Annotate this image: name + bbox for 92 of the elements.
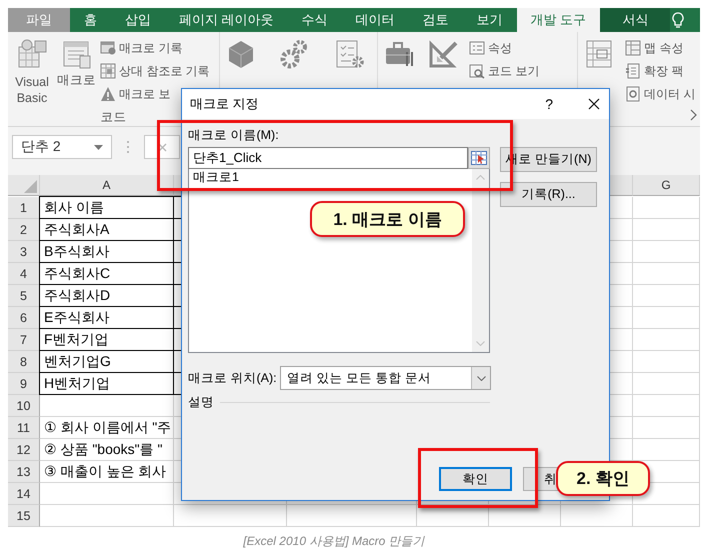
grip-icon [126,139,130,155]
row-header[interactable]: 11 [8,417,40,439]
row-header[interactable]: 7 [8,329,40,351]
row-header[interactable]: 9 [8,373,40,395]
ribbon-button[interactable]: 매크로 [55,36,98,90]
help-button[interactable]: ? [545,96,553,112]
ribbon-button[interactable]: 코드 보기 [469,61,540,81]
dialog-button[interactable]: 기록(R)... [500,182,597,207]
ribbon-button[interactable]: Visual Basic [11,36,53,108]
table-cell [633,439,700,461]
table-cell [561,505,633,527]
table-cell [633,219,700,241]
chevron-icon [689,109,697,121]
row-header[interactable]: 2 [8,219,40,241]
scroll-down-icon [476,341,485,346]
data-refresh-icon [625,86,641,102]
ribbon-tab[interactable]: 데이터 [342,8,409,32]
table-map-icon [625,40,641,56]
ribbon-button[interactable]: 상대 참조로 기록 [100,61,210,81]
select-all-icon [24,180,37,193]
row-header[interactable]: 13 [8,461,40,483]
table-cell [633,351,700,373]
callout-tooltip: 2. 확인 [556,461,650,496]
column-header[interactable]: A [40,175,174,196]
range-picker-button[interactable] [468,147,490,169]
warning-icon [100,86,116,102]
table-cell [633,241,700,263]
table-cell: ③ 매출이 높은 회사 [40,461,174,483]
grid-icon [100,63,116,79]
ribbon-tab[interactable]: 삽입 [111,8,165,32]
row-header[interactable]: 1 [8,197,40,219]
section-label: 설명 [188,394,214,411]
row-header[interactable]: 12 [8,439,40,461]
table-cell: H벤처기업 [39,372,174,395]
pack-icon [625,63,641,79]
ribbon-tab[interactable]: 수식 [288,8,342,32]
table-cell [489,505,561,527]
caret-icon [476,376,486,380]
ribbon-tab[interactable]: 보기 [462,8,517,32]
ribbon-tab[interactable]: 홈 [70,8,111,32]
row-header[interactable]: 14 [8,483,40,505]
scroll-up-icon [476,175,485,180]
callout-tooltip: 1. 매크로 이름 [310,201,465,237]
ribbon-button[interactable]: 속성 [469,38,540,58]
table-cell [633,505,700,527]
group-label: 코드 [100,109,128,126]
ruler-pencil-icon [427,38,459,70]
grid-arrow-icon [471,151,487,165]
caret-icon [94,144,103,150]
location-dropdown[interactable]: 열려 있는 모든 통합 문서 [280,366,491,390]
row-header[interactable]: 6 [8,307,40,329]
table-cell: 회사 이름 [39,196,174,219]
table-cell [633,395,700,417]
ribbon-tab[interactable]: 개발 도구 [516,8,600,32]
field-label: 매크로 위치(A): [188,370,278,386]
row-header[interactable]: 15 [8,505,40,527]
list-item[interactable]: 매크로1 [189,169,243,185]
name-box[interactable]: 단추 2 [12,135,112,159]
ribbon-button[interactable]: 매크로 기록 [100,38,210,58]
code-view-icon [469,63,485,79]
ribbon-tab[interactable]: 검토 [408,8,463,32]
ribbon-tab[interactable]: 페이지 레이아웃 [165,8,288,32]
field-label: 매크로 이름(M): [188,127,279,144]
record-icon [100,40,116,56]
dialog-button[interactable]: 확인 [439,467,512,491]
scrollbar[interactable] [472,169,489,352]
table-cell [633,263,700,285]
properties-icon [469,40,485,56]
table-cell [633,285,700,307]
dialog-title: 매크로 지정 [190,95,259,113]
ribbon-button[interactable]: 데이터 시 [625,84,696,104]
row-header[interactable]: 10 [8,395,40,417]
close-icon [588,98,600,110]
code-window-icon [16,38,48,70]
row-header[interactable]: 4 [8,263,40,285]
table-cell [633,307,700,329]
table-cell [633,329,700,351]
ribbon-button[interactable]: 맵 속성 [625,38,696,58]
macro-name-field[interactable]: 단추1_Click [188,147,468,169]
caption: [Excel 2010 사용법] Macro 만들기 [243,534,425,548]
table-cell [633,373,700,395]
row-header[interactable]: 3 [8,241,40,263]
row-header[interactable]: 8 [8,351,40,373]
row-header[interactable]: 5 [8,285,40,307]
table-cell: ① 회사 이름에서 "주 [40,417,174,439]
table-cell [633,197,700,219]
ribbon-button[interactable]: 확장 팩 [625,61,696,81]
table-cell [633,417,700,439]
column-header[interactable]: G [633,175,700,196]
table-cell: ② 상품 "books"를 " [40,439,174,461]
ribbon-tab[interactable]: 서식 [600,8,670,32]
lightbulb-icon [672,12,684,28]
